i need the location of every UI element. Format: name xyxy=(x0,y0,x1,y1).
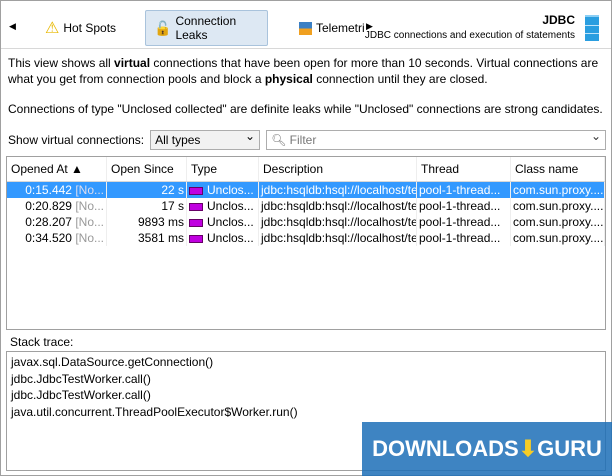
type-select[interactable]: All types xyxy=(150,129,261,150)
search-icon: 🔍︎ xyxy=(271,133,287,147)
col-opened-at[interactable]: Opened At ▲ xyxy=(7,157,107,181)
cell-opened-at: 0:15.442 [No... xyxy=(7,182,107,198)
description-text: This view shows all virtual connections … xyxy=(8,56,599,86)
cell-opened-at: 0:28.207 [No... xyxy=(7,214,107,230)
cell-thread: pool-1-thread... xyxy=(417,198,511,214)
filter-input[interactable]: 🔍︎ Filter xyxy=(266,129,606,150)
cell-opened-at: 0:20.829 [No... xyxy=(7,198,107,214)
filter-label: Show virtual connections: xyxy=(8,133,145,147)
table-header: Opened At ▲ Open Since Type Description … xyxy=(7,157,605,182)
unlock-icon: 🔓 xyxy=(154,19,172,36)
col-thread[interactable]: Thread xyxy=(417,157,511,181)
cell-type: Unclos... xyxy=(187,198,259,214)
cell-thread: pool-1-thread... xyxy=(417,230,511,246)
cell-description: jdbc:hsqldb:hsql://localhost/test xyxy=(261,230,417,246)
col-class-name[interactable]: Class name xyxy=(511,157,605,181)
cell-type: Unclos... xyxy=(187,230,259,246)
cell-open-since: 3581 ms xyxy=(107,230,187,246)
type-color-swatch xyxy=(189,218,203,227)
cell-open-since: 22 s xyxy=(107,182,187,198)
type-color-swatch xyxy=(189,186,203,195)
table-row[interactable]: 0:20.829 [No... 17 s Unclos... jdbc:hsql… xyxy=(7,198,605,214)
warning-icon: ⚠ xyxy=(45,20,60,37)
cell-thread: pool-1-thread... xyxy=(417,214,511,230)
tab-hot-spots[interactable]: ⚠ Hot Spots xyxy=(37,10,124,46)
toolbar: ◀ ⚠ Hot Spots 🔓 Connection Leaks Telemetri… xyxy=(1,1,611,49)
watermark-logo: DOWNLOADS ⬇ GURU xyxy=(362,422,612,476)
filter-row: Show virtual connections: All types 🔍︎ F… xyxy=(8,129,606,150)
table-row[interactable]: 0:28.207 [No... 9893 ms Unclos... jdbc:h… xyxy=(7,214,605,230)
tab-telemetry[interactable]: Telemetri xyxy=(291,10,373,46)
view-header: JDBC JDBC connections and execution of st… xyxy=(365,13,575,41)
cell-type: Unclos... xyxy=(187,182,259,198)
stack-frame[interactable]: javax.sql.DataSource.getConnection() xyxy=(11,354,601,371)
cell-description: jdbc:hsqldb:hsql://localhost/test xyxy=(261,182,417,198)
cell-type: Unclos... xyxy=(187,214,259,230)
type-color-swatch xyxy=(189,234,203,243)
scroll-left-icon[interactable]: ◀ xyxy=(9,21,16,32)
cell-description: jdbc:hsqldb:hsql://localhost/test xyxy=(261,214,417,230)
stack-frame[interactable]: jdbc.JdbcTestWorker.call() xyxy=(11,387,601,404)
cell-class-name: com.sun.proxy.... xyxy=(513,182,605,198)
stack-frame[interactable]: java.util.concurrent.ThreadPoolExecutor$… xyxy=(11,404,601,421)
view-title: JDBC xyxy=(542,13,575,27)
stack-trace-label: Stack trace: xyxy=(10,335,74,349)
cell-open-since: 17 s xyxy=(107,198,187,214)
col-description[interactable]: Description xyxy=(259,157,417,181)
telemetry-icon xyxy=(299,21,312,35)
cell-opened-at: 0:34.520 [No... xyxy=(7,230,107,246)
table-row[interactable]: 0:15.442 [No... 22 s Unclos... jdbc:hsql… xyxy=(7,182,605,198)
cell-thread: pool-1-thread... xyxy=(417,182,511,198)
col-open-since[interactable]: Open Since xyxy=(107,157,187,181)
database-icon xyxy=(585,15,599,41)
type-color-swatch xyxy=(189,202,203,211)
leak-note: Connections of type "Unclosed collected"… xyxy=(8,102,603,116)
tab-connection-leaks[interactable]: 🔓 Connection Leaks xyxy=(145,10,268,46)
table-row[interactable]: 0:34.520 [No... 3581 ms Unclos... jdbc:h… xyxy=(7,230,605,246)
cell-class-name: com.sun.proxy.... xyxy=(513,230,605,246)
cell-open-since: 9893 ms xyxy=(107,214,187,230)
stack-frame[interactable]: jdbc.JdbcTestWorker.call() xyxy=(11,371,601,388)
col-type[interactable]: Type xyxy=(187,157,259,181)
cell-class-name: com.sun.proxy.... xyxy=(513,198,605,214)
cell-class-name: com.sun.proxy.... xyxy=(513,214,605,230)
view-subtitle: JDBC connections and execution of statem… xyxy=(364,30,575,41)
cell-description: jdbc:hsqldb:hsql://localhost/test xyxy=(261,198,417,214)
connections-table: Opened At ▲ Open Since Type Description … xyxy=(6,156,606,330)
